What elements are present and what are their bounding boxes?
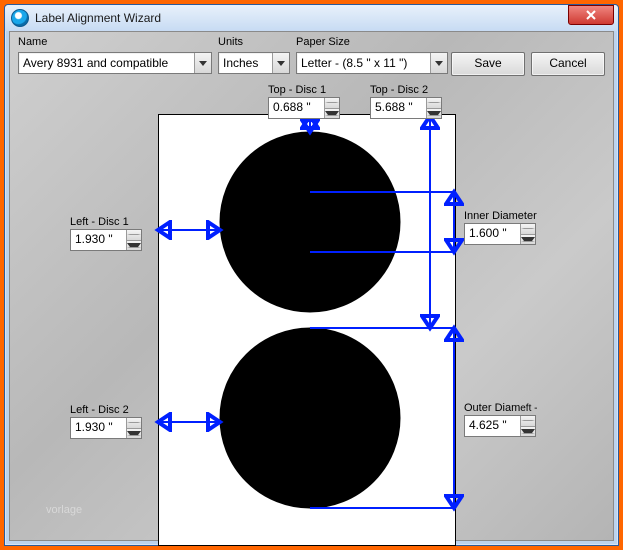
paper-preview	[158, 114, 456, 546]
inner-diameter-value: 1.600 "	[465, 224, 520, 244]
name-combobox[interactable]: Avery 8931 and compatible	[18, 52, 212, 74]
top-disc2-field: Top - Disc 2 5.688 "	[370, 84, 442, 119]
form-row: Name Avery 8931 and compatible Units Inc…	[18, 36, 605, 78]
left-disc2-spinner[interactable]: 1.930 "	[70, 417, 142, 439]
top-disc2-label: Top - Disc 2	[370, 84, 442, 96]
top-disc2-spinner[interactable]: 5.688 "	[370, 97, 442, 119]
left-disc1-label: Left - Disc 1	[70, 216, 142, 228]
spin-down-icon[interactable]	[427, 109, 441, 119]
titlebar: Label Alignment Wizard	[5, 5, 618, 31]
units-label: Units	[218, 36, 243, 48]
inner-diameter-spinner[interactable]: 1.600 "	[464, 223, 536, 245]
inner-diameter-label: Inner Diameter	[464, 210, 537, 222]
outer-diameter-field: Outer Diameft - 4.625 "	[464, 402, 537, 437]
units-combobox[interactable]: Inches	[218, 52, 290, 74]
close-button[interactable]	[568, 5, 614, 25]
chevron-down-icon[interactable]	[194, 53, 211, 73]
top-disc1-value: 0.688 "	[269, 98, 324, 118]
left-disc1-field: Left - Disc 1 1.930 "	[70, 216, 142, 251]
client-area: Name Avery 8931 and compatible Units Inc…	[9, 31, 614, 541]
spin-up-icon[interactable]	[521, 224, 535, 235]
top-disc2-value: 5.688 "	[371, 98, 426, 118]
window: Label Alignment Wizard Name Avery 8931 a…	[4, 4, 619, 546]
spin-up-icon[interactable]	[127, 418, 141, 429]
spin-down-icon[interactable]	[127, 241, 141, 251]
outer-diameter-value: 4.625 "	[465, 416, 520, 436]
paper-size-combobox[interactable]: Letter - (8.5 " x 11 ")	[296, 52, 448, 74]
left-disc2-label: Left - Disc 2	[70, 404, 142, 416]
top-disc1-field: Top - Disc 1 0.688 "	[268, 84, 340, 119]
spin-up-icon[interactable]	[427, 98, 441, 109]
watermark-text: vorlage	[46, 504, 82, 516]
spin-up-icon[interactable]	[521, 416, 535, 427]
spin-down-icon[interactable]	[127, 429, 141, 439]
inner-diameter-field: Inner Diameter 1.600 "	[464, 210, 537, 245]
save-button[interactable]: Save	[451, 52, 525, 76]
chevron-down-icon[interactable]	[272, 53, 289, 73]
name-value: Avery 8931 and compatible	[19, 56, 194, 70]
units-value: Inches	[219, 56, 272, 70]
top-disc1-label: Top - Disc 1	[268, 84, 340, 96]
spin-down-icon[interactable]	[521, 427, 535, 437]
spin-down-icon[interactable]	[325, 109, 339, 119]
left-disc1-value: 1.930 "	[71, 230, 126, 250]
window-title: Label Alignment Wizard	[35, 11, 161, 25]
paper-size-label: Paper Size	[296, 36, 350, 48]
left-disc1-spinner[interactable]: 1.930 "	[70, 229, 142, 251]
chevron-down-icon[interactable]	[430, 53, 447, 73]
left-disc2-field: Left - Disc 2 1.930 "	[70, 404, 142, 439]
outer-diameter-spinner[interactable]: 4.625 "	[464, 415, 536, 437]
spin-up-icon[interactable]	[127, 230, 141, 241]
spin-down-icon[interactable]	[521, 235, 535, 245]
name-label: Name	[18, 36, 47, 48]
paper-size-value: Letter - (8.5 " x 11 ")	[297, 56, 430, 70]
spin-up-icon[interactable]	[325, 98, 339, 109]
left-disc2-value: 1.930 "	[71, 418, 126, 438]
cancel-button[interactable]: Cancel	[531, 52, 605, 76]
app-icon	[11, 9, 29, 27]
outer-diameter-label: Outer Diameft -	[464, 402, 537, 414]
close-icon	[586, 10, 596, 20]
top-disc1-spinner[interactable]: 0.688 "	[268, 97, 340, 119]
